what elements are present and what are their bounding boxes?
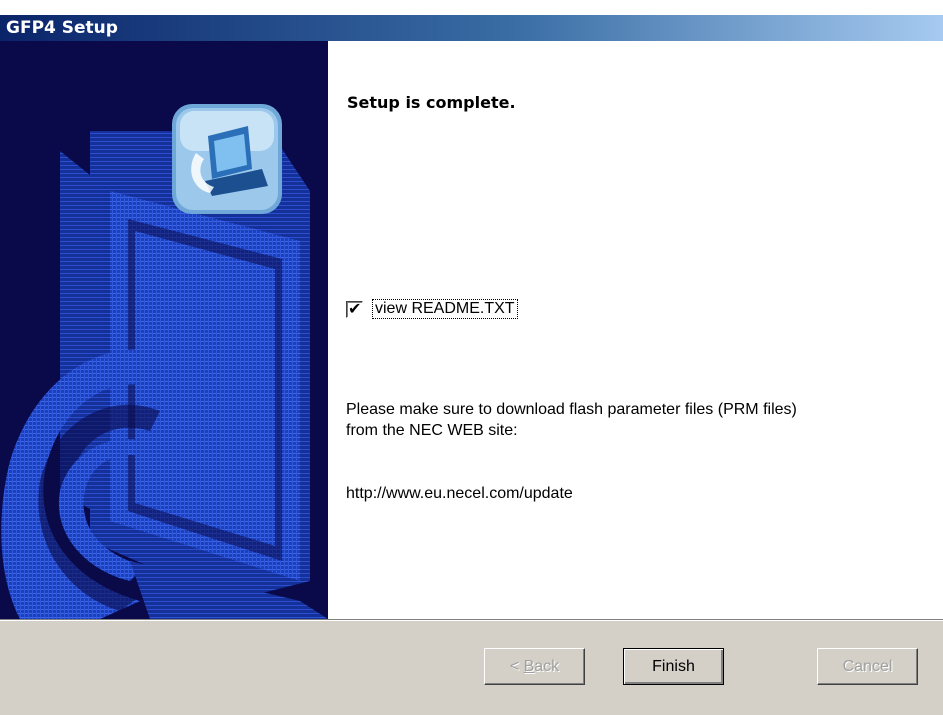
readme-checkbox[interactable]: ✔ [346,298,363,318]
finish-button[interactable]: Finish [623,648,724,685]
readme-checkbox-label[interactable]: view README.TXT [372,299,518,319]
monitor-badge-icon [172,104,282,214]
back-button-accel: B [523,657,535,675]
footer-separator [0,619,943,621]
setup-dialog: GFP4 Setup Setup is complete. ✔ view REA… [0,15,943,715]
title-bar: GFP4 Setup [0,15,943,41]
back-button-rest: ack [534,657,560,675]
back-button-prefix: < [509,657,524,675]
window-title: GFP4 Setup [6,18,118,38]
notice-line-1: Please make sure to download flash param… [346,401,797,418]
setup-computer-art-icon [1,104,328,619]
back-button[interactable]: < Back [484,648,585,685]
page-title: Setup is complete. [347,93,516,112]
notice-line-2: from the NEC WEB site: [346,422,518,439]
side-panel [0,41,328,619]
dialog-content: Setup is complete. ✔ view README.TXT Ple… [0,41,943,619]
cancel-button[interactable]: Cancel [817,648,918,685]
download-notice: Please make sure to download flash param… [346,399,926,441]
main-panel: Setup is complete. ✔ view README.TXT Ple… [328,41,943,619]
checkmark-icon: ✔ [348,298,362,318]
update-url: http://www.eu.necel.com/update [346,485,573,502]
readme-checkbox-row[interactable]: ✔ view README.TXT [346,299,518,319]
